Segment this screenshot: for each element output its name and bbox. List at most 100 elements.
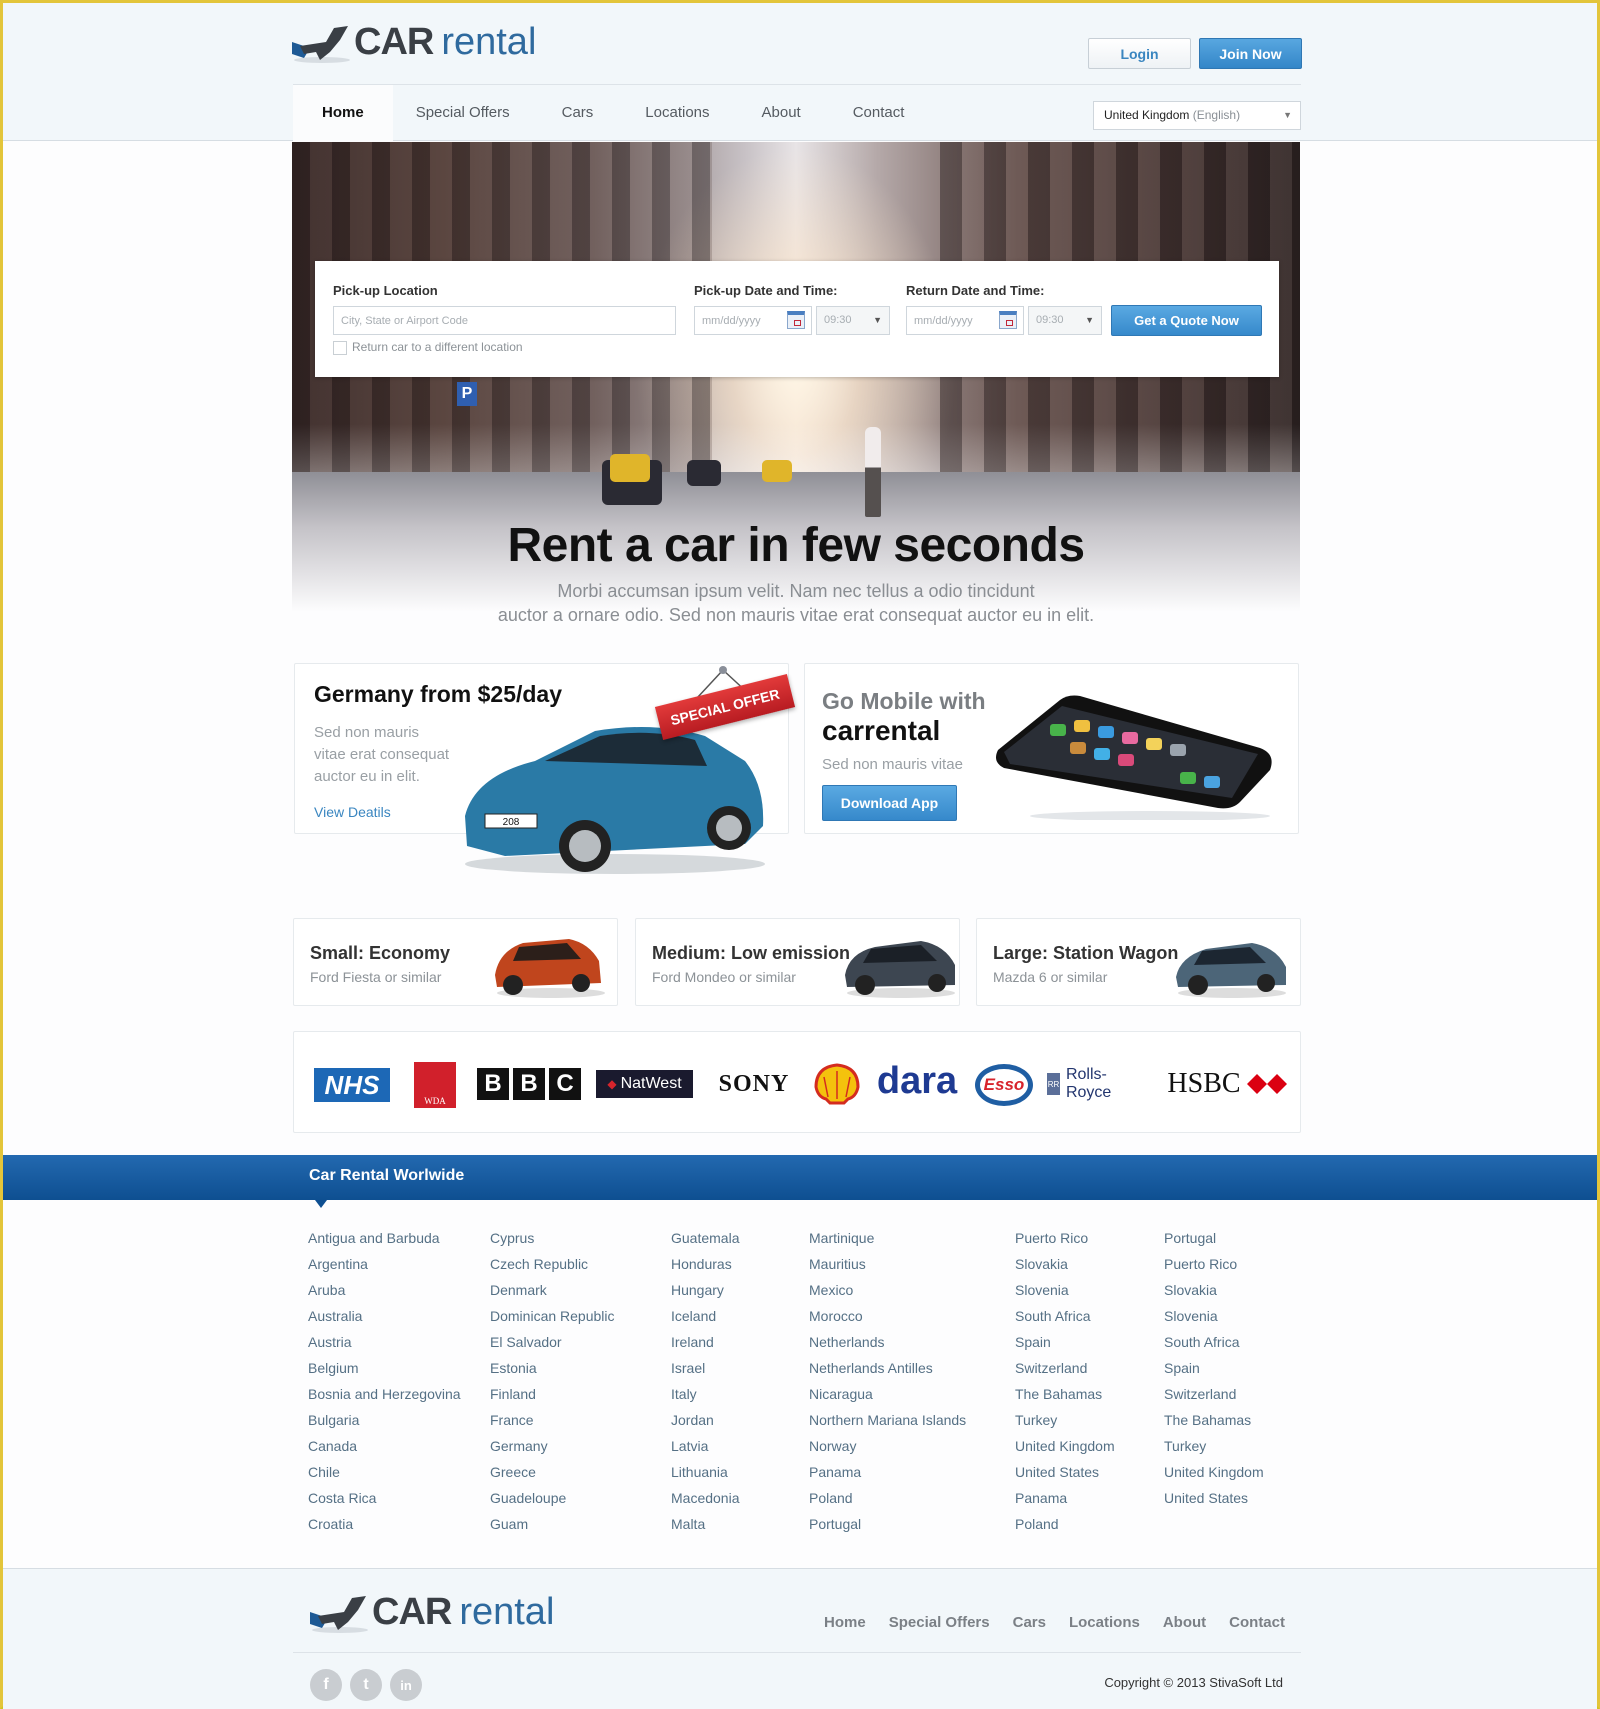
country-link[interactable]: United Kingdom	[1015, 1433, 1115, 1459]
nav-cars[interactable]: Cars	[562, 85, 594, 141]
nav-about[interactable]: About	[762, 85, 801, 141]
country-link[interactable]: Puerto Rico	[1015, 1225, 1115, 1251]
country-link[interactable]: Panama	[809, 1459, 966, 1485]
country-link[interactable]: Czech Republic	[490, 1251, 615, 1277]
country-link[interactable]: Switzerland	[1164, 1381, 1264, 1407]
country-link[interactable]: Lithuania	[671, 1459, 740, 1485]
country-link[interactable]: South Africa	[1164, 1329, 1264, 1355]
country-link[interactable]: Mexico	[809, 1277, 966, 1303]
country-link[interactable]: Slovenia	[1015, 1277, 1115, 1303]
nav-locations[interactable]: Locations	[645, 85, 709, 141]
country-link[interactable]: Jordan	[671, 1407, 740, 1433]
country-link[interactable]: Hungary	[671, 1277, 740, 1303]
footer-nav-home[interactable]: Home	[824, 1614, 866, 1631]
footer-nav-special-offers[interactable]: Special Offers	[889, 1614, 990, 1631]
return-time-select[interactable]: 09:30 ▼	[1028, 306, 1102, 335]
country-link[interactable]: Belgium	[308, 1355, 461, 1381]
twitter-icon[interactable]: t	[350, 1669, 382, 1701]
country-link[interactable]: Cyprus	[490, 1225, 615, 1251]
country-link[interactable]: Puerto Rico	[1164, 1251, 1264, 1277]
country-link[interactable]: Norway	[809, 1433, 966, 1459]
country-link[interactable]: Poland	[1015, 1511, 1115, 1537]
footer-nav-locations[interactable]: Locations	[1069, 1614, 1140, 1631]
download-app-button[interactable]: Download App	[822, 785, 957, 821]
category-card-economy[interactable]: Small: Economy Ford Fiesta or similar	[293, 918, 618, 1006]
country-link[interactable]: Iceland	[671, 1303, 740, 1329]
nav-home[interactable]: Home	[293, 85, 393, 141]
language-select[interactable]: United Kingdom (English) ▼	[1093, 101, 1301, 130]
country-link[interactable]: Ireland	[671, 1329, 740, 1355]
country-link[interactable]: Aruba	[308, 1277, 461, 1303]
country-link[interactable]: El Salvador	[490, 1329, 615, 1355]
category-card-large[interactable]: Large: Station Wagon Mazda 6 or similar	[976, 918, 1301, 1006]
country-link[interactable]: Northern Mariana Islands	[809, 1407, 966, 1433]
country-link[interactable]: Bulgaria	[308, 1407, 461, 1433]
country-link[interactable]: Bosnia and Herzegovina	[308, 1381, 461, 1407]
country-link[interactable]: Slovenia	[1164, 1303, 1264, 1329]
facebook-icon[interactable]: f	[310, 1669, 342, 1701]
country-link[interactable]: Nicaragua	[809, 1381, 966, 1407]
country-link[interactable]: Chile	[308, 1459, 461, 1485]
country-link[interactable]: Slovakia	[1015, 1251, 1115, 1277]
country-link[interactable]: Greece	[490, 1459, 615, 1485]
view-details-link[interactable]: View Deatils	[314, 804, 391, 820]
return-different-checkbox[interactable]	[333, 341, 347, 355]
footer-brand-logo[interactable]: CAR rental	[308, 1591, 554, 1634]
country-link[interactable]: Spain	[1164, 1355, 1264, 1381]
get-quote-button[interactable]: Get a Quote Now	[1111, 305, 1262, 336]
country-link[interactable]: Switzerland	[1015, 1355, 1115, 1381]
linkedin-icon[interactable]: in	[390, 1669, 422, 1701]
join-now-button[interactable]: Join Now	[1199, 38, 1302, 69]
country-link[interactable]: Mauritius	[809, 1251, 966, 1277]
country-link[interactable]: Martinique	[809, 1225, 966, 1251]
country-link[interactable]: Honduras	[671, 1251, 740, 1277]
country-link[interactable]: Antigua and Barbuda	[308, 1225, 461, 1251]
country-link[interactable]: United States	[1164, 1485, 1264, 1511]
country-link[interactable]: Israel	[671, 1355, 740, 1381]
country-link[interactable]: Slovakia	[1164, 1277, 1264, 1303]
category-card-medium[interactable]: Medium: Low emission Ford Mondeo or simi…	[635, 918, 960, 1006]
country-link[interactable]: Netherlands	[809, 1329, 966, 1355]
footer-nav-contact[interactable]: Contact	[1229, 1614, 1285, 1631]
country-link[interactable]: Portugal	[1164, 1225, 1264, 1251]
country-link[interactable]: The Bahamas	[1015, 1381, 1115, 1407]
country-link[interactable]: South Africa	[1015, 1303, 1115, 1329]
country-link[interactable]: Australia	[308, 1303, 461, 1329]
footer-nav-cars[interactable]: Cars	[1013, 1614, 1046, 1631]
brand-logo[interactable]: CAR rental	[290, 21, 536, 64]
footer-nav-about[interactable]: About	[1163, 1614, 1206, 1631]
country-link[interactable]: Turkey	[1015, 1407, 1115, 1433]
country-link[interactable]: Turkey	[1164, 1433, 1264, 1459]
country-link[interactable]: Guadeloupe	[490, 1485, 615, 1511]
country-link[interactable]: Netherlands Antilles	[809, 1355, 966, 1381]
country-link[interactable]: Spain	[1015, 1329, 1115, 1355]
nav-special-offers[interactable]: Special Offers	[416, 85, 510, 141]
country-link[interactable]: Guam	[490, 1511, 615, 1537]
country-link[interactable]: United Kingdom	[1164, 1459, 1264, 1485]
calendar-icon[interactable]	[999, 311, 1017, 329]
country-link[interactable]: Dominican Republic	[490, 1303, 615, 1329]
country-link[interactable]: Estonia	[490, 1355, 615, 1381]
country-link[interactable]: France	[490, 1407, 615, 1433]
pickup-time-select[interactable]: 09:30 ▼	[816, 306, 890, 335]
country-link[interactable]: Latvia	[671, 1433, 740, 1459]
pickup-location-input[interactable]	[333, 306, 676, 335]
country-link[interactable]: Morocco	[809, 1303, 966, 1329]
login-button[interactable]: Login	[1088, 38, 1191, 69]
country-link[interactable]: Panama	[1015, 1485, 1115, 1511]
country-link[interactable]: Austria	[308, 1329, 461, 1355]
country-link[interactable]: Italy	[671, 1381, 740, 1407]
calendar-icon[interactable]	[787, 311, 805, 329]
country-link[interactable]: Canada	[308, 1433, 461, 1459]
country-link[interactable]: Germany	[490, 1433, 615, 1459]
country-link[interactable]: Malta	[671, 1511, 740, 1537]
country-link[interactable]: Costa Rica	[308, 1485, 461, 1511]
country-link[interactable]: Guatemala	[671, 1225, 740, 1251]
country-link[interactable]: Portugal	[809, 1511, 966, 1537]
country-link[interactable]: Argentina	[308, 1251, 461, 1277]
country-link[interactable]: Croatia	[308, 1511, 461, 1537]
country-link[interactable]: Poland	[809, 1485, 966, 1511]
country-link[interactable]: United States	[1015, 1459, 1115, 1485]
country-link[interactable]: Finland	[490, 1381, 615, 1407]
country-link[interactable]: Denmark	[490, 1277, 615, 1303]
